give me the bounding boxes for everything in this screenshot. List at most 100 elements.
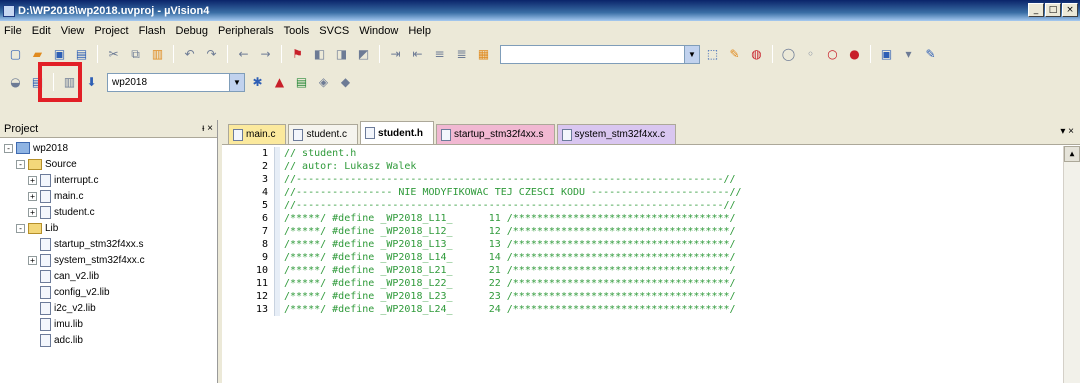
pane-controls[interactable]: ᵻ ×	[202, 123, 213, 134]
manage-components-icon[interactable]: ▲	[270, 73, 289, 92]
clear-bookmarks-icon[interactable]: ◩	[354, 45, 373, 64]
unindent-icon[interactable]: ⇤	[408, 45, 427, 64]
expand-icon[interactable]: +	[28, 255, 37, 265]
tree-item[interactable]: + interrupt.c	[28, 172, 98, 188]
collapse-icon[interactable]: -	[4, 143, 13, 153]
insert-breakpoint-icon[interactable]: ○	[823, 45, 842, 64]
next-bookmark-icon[interactable]: ◨	[332, 45, 351, 64]
menu-file[interactable]: File	[4, 25, 22, 37]
indent-icon[interactable]: ⇥	[386, 45, 405, 64]
file-icon	[233, 128, 243, 141]
open-folder-icon[interactable]: ▰	[28, 45, 47, 64]
menu-project[interactable]: Project	[94, 25, 128, 37]
expand-icon[interactable]: +	[28, 191, 37, 201]
configure-icon[interactable]: ✎	[921, 45, 940, 64]
gutter[interactable]	[274, 225, 280, 238]
navigate-forward-icon[interactable]: →	[256, 45, 275, 64]
window-layout-icon[interactable]: ▣	[877, 45, 896, 64]
environment-icon[interactable]: ◈	[314, 73, 333, 92]
tree-item[interactable]: startup_stm32f4xx.s	[40, 236, 143, 252]
menu-peripherals[interactable]: Peripherals	[218, 25, 274, 37]
batch-build-icon[interactable]: ◆	[336, 73, 355, 92]
paste-icon[interactable]: ▥	[148, 45, 167, 64]
collapse-icon[interactable]: -	[16, 159, 25, 169]
target-select[interactable]: wp2018 ▼	[107, 72, 245, 92]
save-all-icon[interactable]: ▤	[72, 45, 91, 64]
tree-item[interactable]: + student.c	[28, 204, 95, 220]
gutter[interactable]	[274, 212, 280, 225]
menu-debug[interactable]: Debug	[176, 25, 208, 37]
chevron-down-icon[interactable]: ▼	[684, 45, 699, 63]
tree-item[interactable]: - Lib	[16, 220, 58, 236]
find-in-files-icon[interactable]: ▦	[474, 45, 493, 64]
gutter[interactable]	[274, 160, 280, 173]
tab-system-c[interactable]: system_stm32f4xx.c	[556, 124, 677, 144]
gutter[interactable]	[274, 264, 280, 277]
tree-item[interactable]: + system_stm32f4xx.c	[28, 252, 145, 268]
copy-icon[interactable]: ⧉	[126, 45, 145, 64]
minimize-button[interactable]: _	[1028, 3, 1044, 17]
collapse-icon[interactable]: -	[16, 223, 25, 233]
gutter[interactable]	[274, 290, 280, 303]
tree-item[interactable]: i2c_v2.lib	[40, 300, 96, 316]
scroll-up-icon[interactable]: ▲	[1064, 146, 1080, 162]
tree-item[interactable]: config_v2.lib	[40, 284, 110, 300]
books-icon[interactable]: ▤	[292, 73, 311, 92]
target-options-icon[interactable]: ✱	[248, 73, 267, 92]
prev-bookmark-icon[interactable]: ◧	[310, 45, 329, 64]
gutter[interactable]	[274, 303, 280, 316]
tab-student-c[interactable]: student.c	[288, 124, 359, 144]
incremental-find-icon[interactable]: ◍	[747, 45, 766, 64]
load-download-icon[interactable]: ⬇	[82, 73, 101, 92]
tree-item[interactable]: - wp2018	[4, 140, 68, 156]
menu-flash[interactable]: Flash	[139, 25, 166, 37]
menu-help[interactable]: Help	[408, 25, 431, 37]
file-icon	[40, 253, 51, 267]
menu-window[interactable]: Window	[359, 25, 398, 37]
window-dropdown-icon[interactable]: ▾	[899, 45, 918, 64]
translate-icon[interactable]: ◒	[6, 73, 25, 92]
menu-view[interactable]: View	[61, 25, 85, 37]
tree-item[interactable]: imu.lib	[40, 316, 83, 332]
menu-tools[interactable]: Tools	[284, 25, 310, 37]
gutter[interactable]	[274, 238, 280, 251]
tab-student-h[interactable]: student.h	[360, 121, 435, 144]
tree-item[interactable]: can_v2.lib	[40, 268, 99, 284]
tab-startup-s[interactable]: startup_stm32f4xx.s	[436, 124, 555, 144]
vertical-scrollbar[interactable]: ▲	[1063, 146, 1080, 383]
cut-icon[interactable]: ✂	[104, 45, 123, 64]
code-editor[interactable]: 1 // student.h 2 // autor: Lukasz Walek …	[222, 146, 1080, 383]
menu-edit[interactable]: Edit	[32, 25, 51, 37]
gutter[interactable]	[274, 147, 280, 160]
close-button[interactable]: ×	[1062, 3, 1078, 17]
breakpoint-icon[interactable]: ◦	[801, 45, 820, 64]
gutter[interactable]	[274, 251, 280, 264]
enable-breakpoint-icon[interactable]: ●	[845, 45, 864, 64]
save-icon[interactable]: ▣	[50, 45, 69, 64]
navigate-back-icon[interactable]: ←	[234, 45, 253, 64]
bookmark-icon[interactable]: ⚑	[288, 45, 307, 64]
new-file-icon[interactable]: ▢	[6, 45, 25, 64]
expand-icon[interactable]: +	[28, 175, 37, 185]
uncomment-icon[interactable]: ≣	[452, 45, 471, 64]
gutter[interactable]	[274, 173, 280, 186]
tree-item[interactable]: + main.c	[28, 188, 83, 204]
tab-main-c[interactable]: main.c	[228, 124, 287, 144]
maximize-button[interactable]: □	[1045, 3, 1061, 17]
gutter[interactable]	[274, 199, 280, 212]
replace-icon[interactable]: ✎	[725, 45, 744, 64]
debug-icon[interactable]: ◯	[779, 45, 798, 64]
find-combo[interactable]: ▼	[500, 44, 700, 64]
menu-svcs[interactable]: SVCS	[319, 25, 349, 37]
tree-item[interactable]: adc.lib	[40, 332, 83, 348]
gutter[interactable]	[274, 277, 280, 290]
undo-icon[interactable]: ↶	[180, 45, 199, 64]
gutter[interactable]	[274, 186, 280, 199]
expand-icon[interactable]: +	[28, 207, 37, 217]
tabs-close-icon[interactable]: ▾ ×	[1060, 126, 1074, 137]
comment-icon[interactable]: ≡	[430, 45, 449, 64]
find-icon[interactable]: ⬚	[703, 45, 722, 64]
chevron-down-icon[interactable]: ▼	[229, 73, 244, 91]
redo-icon[interactable]: ↷	[202, 45, 221, 64]
tree-item[interactable]: - Source	[16, 156, 77, 172]
